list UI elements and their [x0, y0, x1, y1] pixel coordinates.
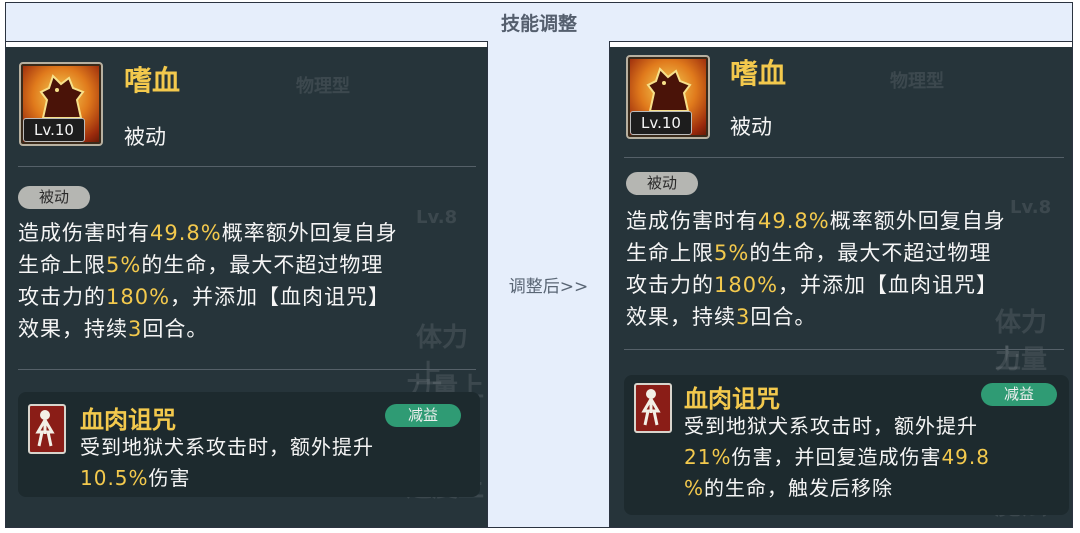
- divider: [18, 369, 476, 370]
- skill-name: 嗜血: [730, 57, 787, 90]
- skill-level: Lv.10: [630, 111, 692, 135]
- effect-description: 受到地狱犬系攻击时，额外提升 10.5%伤害: [80, 432, 475, 494]
- desc-text: 概率额外回复自身: [829, 209, 1006, 233]
- desc-text: 的生命，最大不超过物理: [749, 241, 992, 265]
- adjustment-arrow-label: 调整后>>: [487, 41, 610, 527]
- effect-highlight: 21%: [684, 445, 732, 469]
- effect-name: 血肉诅咒: [80, 406, 176, 434]
- desc-text: ，并添加【血肉诅咒】: [778, 273, 999, 297]
- desc-text: 回合。: [750, 305, 817, 329]
- debuff-tag: 减益: [385, 404, 461, 427]
- desc-text: 造成伤害时有: [18, 221, 150, 245]
- desc-text: 攻击力的: [626, 273, 714, 297]
- after-adjustment-label: 调整后>>: [508, 276, 589, 297]
- skill-name: 嗜血: [124, 64, 181, 97]
- skill-level: Lv.10: [23, 118, 85, 142]
- desc-text: 造成伤害时有: [626, 209, 758, 233]
- effect-text: 受到地狱犬系攻击时，额外提升: [684, 414, 978, 438]
- passive-tag: 被动: [626, 172, 698, 195]
- desc-text: 回合。: [142, 317, 209, 341]
- desc-highlight: 3: [128, 317, 143, 341]
- skill-icon: Lv.10: [19, 62, 103, 146]
- desc-text: 生命上限: [18, 253, 106, 277]
- desc-highlight: 3: [736, 305, 751, 329]
- divider: [624, 349, 1064, 350]
- effect-text: 伤害，并回复造成伤害: [731, 445, 942, 469]
- curse-figure-icon: [28, 404, 66, 454]
- desc-highlight: 5%: [714, 241, 750, 265]
- table-title: 技能调整: [6, 3, 1072, 42]
- passive-tag: 被动: [18, 186, 90, 209]
- effect-name: 血肉诅咒: [684, 385, 780, 413]
- effect-text: 受到地狱犬系攻击时，额外提升: [80, 435, 374, 459]
- skill-description: 造成伤害时有49.8%概率额外回复自身 生命上限5%的生命，最大不超过物理 攻击…: [626, 205, 1072, 333]
- effect-card: 血肉诅咒 减益 受到地狱犬系攻击时，额外提升 21%伤害，并回复造成伤害49.8…: [624, 375, 1069, 515]
- desc-highlight: 49.8%: [758, 209, 830, 233]
- desc-highlight: 5%: [106, 253, 142, 277]
- skill-adjustment-table: 技能调整 物理型 Lv.8 体力上 力量上 速度上 Lv.10 嗜血 被动 被动…: [5, 2, 1073, 528]
- effect-card: 血肉诅咒 减益 受到地狱犬系攻击时，额外提升 10.5%伤害: [18, 392, 480, 497]
- figure-icon: [35, 410, 55, 447]
- skill-type: 被动: [730, 115, 772, 139]
- effect-highlight: 10.5%: [80, 466, 149, 490]
- desc-text: 攻击力的: [18, 285, 106, 309]
- effect-highlight: %: [684, 476, 705, 500]
- effect-text: 的生命，触发后移除: [704, 476, 894, 500]
- figure-icon: [641, 389, 661, 426]
- curse-figure-icon: [634, 383, 672, 433]
- desc-highlight: 180%: [106, 285, 171, 309]
- desc-highlight: 49.8%: [150, 221, 222, 245]
- desc-text: 效果，持续: [18, 317, 128, 341]
- desc-text: 概率额外回复自身: [221, 221, 398, 245]
- skill-icon: Lv.10: [626, 55, 710, 139]
- skill-type: 被动: [124, 125, 166, 149]
- effect-text: 伤害: [148, 466, 191, 490]
- ghost-text: 物理型: [890, 71, 944, 92]
- divider: [18, 166, 476, 167]
- desc-text: 生命上限: [626, 241, 714, 265]
- divider: [624, 157, 1064, 158]
- effect-description: 受到地狱犬系攻击时，额外提升 21%伤害，并回复造成伤害49.8 %的生命，触发…: [684, 411, 1064, 504]
- skill-description: 造成伤害时有49.8%概率额外回复自身 生命上限5%的生命，最大不超过物理 攻击…: [18, 217, 478, 345]
- desc-text: 的生命，最大不超过物理: [141, 253, 384, 277]
- after-skill-panel: 物理型 Lv.8 体力上 力量上 魔法上 Lv.10 嗜血 被动 被动 造成伤害…: [610, 47, 1072, 527]
- desc-highlight: 180%: [714, 273, 779, 297]
- desc-text: ，并添加【血肉诅咒】: [170, 285, 391, 309]
- beast-icon: [646, 67, 692, 112]
- beast-icon: [39, 74, 85, 119]
- effect-highlight: 49.8: [941, 445, 990, 469]
- debuff-tag: 减益: [981, 383, 1057, 406]
- ghost-text: 物理型: [296, 76, 350, 97]
- before-skill-panel: 物理型 Lv.8 体力上 力量上 速度上 Lv.10 嗜血 被动 被动 造成伤害…: [6, 47, 487, 527]
- desc-text: 效果，持续: [626, 305, 736, 329]
